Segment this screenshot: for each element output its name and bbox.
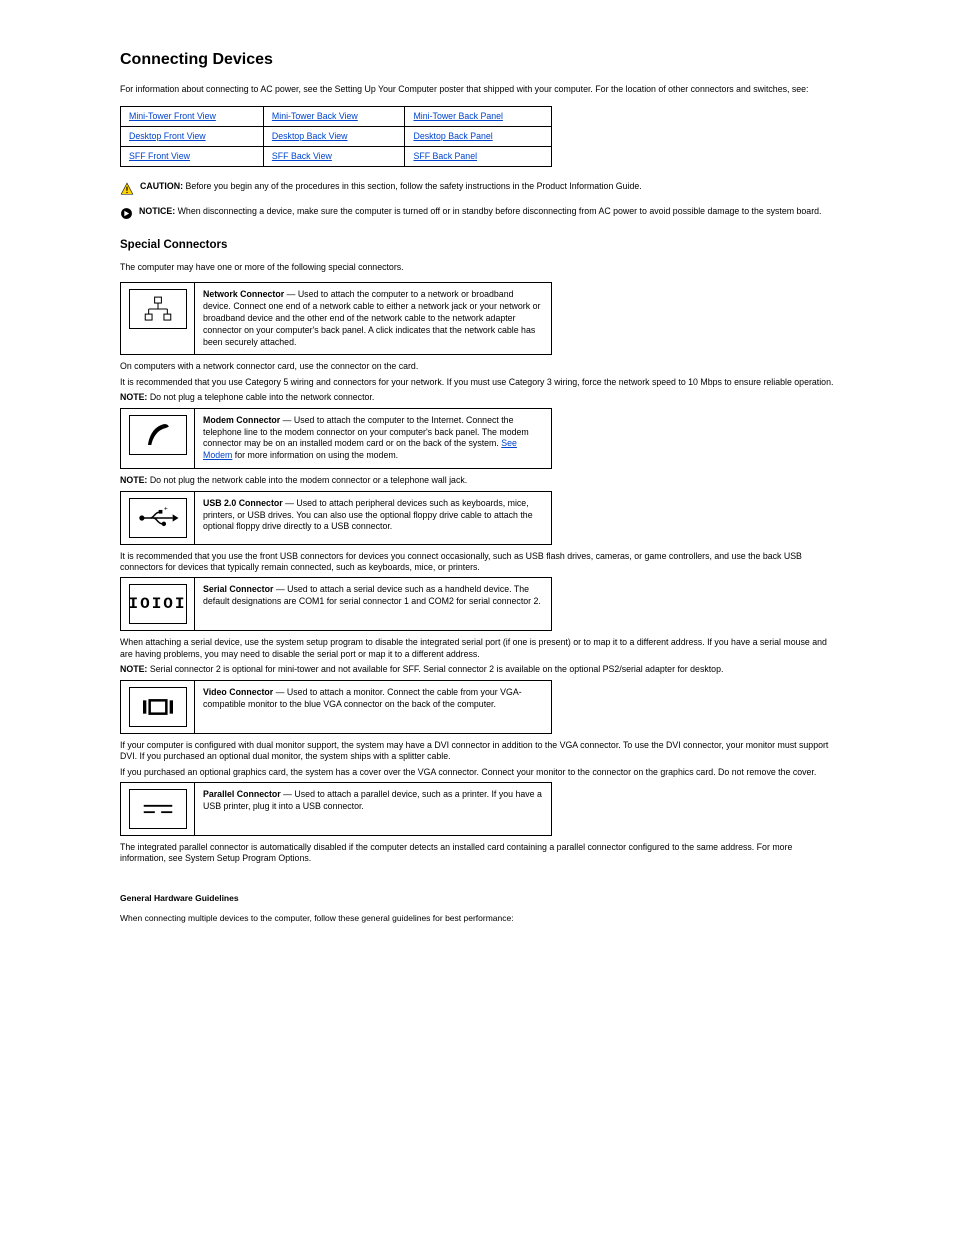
link-sff-front[interactable]: SFF Front View xyxy=(129,151,190,161)
video-caption2: If you purchased an optional graphics ca… xyxy=(120,767,834,778)
link-desktop-front[interactable]: Desktop Front View xyxy=(129,131,206,141)
network-icon xyxy=(129,289,187,329)
modem-note-body: Do not plug the network cable into the m… xyxy=(150,475,467,485)
link-desktop-panel[interactable]: Desktop Back Panel xyxy=(413,131,492,141)
caution-body: Before you begin any of the procedures i… xyxy=(185,181,641,191)
link-sff-back[interactable]: SFF Back View xyxy=(272,151,332,161)
general-hw-body: When connecting multiple devices to the … xyxy=(120,913,834,924)
modem-note-label: NOTE: xyxy=(120,475,147,485)
modem-title: Modem Connector xyxy=(203,415,280,425)
video-icon xyxy=(129,687,187,727)
network-title: Network Connector xyxy=(203,289,284,299)
modem-body-post: for more information on using the modem. xyxy=(235,450,398,460)
serial-note-body: Serial connector 2 is optional for mini-… xyxy=(150,664,724,674)
serial-note-label: NOTE: xyxy=(120,664,147,674)
network-note-label: NOTE: xyxy=(120,392,147,402)
network-table: Network Connector — Used to attach the c… xyxy=(120,282,552,355)
serial-title: Serial Connector xyxy=(203,584,273,594)
serial-caption: When attaching a serial device, use the … xyxy=(120,637,834,660)
notice-body: When disconnecting a device, make sure t… xyxy=(178,206,822,216)
link-mini-tower-panel[interactable]: Mini-Tower Back Panel xyxy=(413,111,502,121)
usb-icon: + xyxy=(129,498,187,538)
parallel-title: Parallel Connector xyxy=(203,789,281,799)
usb-caption: It is recommended that you use the front… xyxy=(120,551,834,574)
video-title: Video Connector xyxy=(203,687,273,697)
link-sff-panel[interactable]: SFF Back Panel xyxy=(413,151,477,161)
network-caption1: On computers with a network connector ca… xyxy=(120,361,834,372)
link-mini-tower-front[interactable]: Mini-Tower Front View xyxy=(129,111,216,121)
parallel-caption: The integrated parallel connector is aut… xyxy=(120,842,834,865)
warning-triangle-icon xyxy=(120,182,134,196)
video-caption1: If your computer is configured with dual… xyxy=(120,740,834,763)
link-mini-tower-back[interactable]: Mini-Tower Back View xyxy=(272,111,358,121)
notice-note: NOTICE: When disconnecting a device, mak… xyxy=(120,206,834,220)
notice-label: NOTICE: xyxy=(139,206,175,216)
video-table: Video Connector — Used to attach a monit… xyxy=(120,680,552,734)
modem-table: Modem Connector — Used to attach the com… xyxy=(120,408,552,470)
modem-icon xyxy=(129,415,187,455)
section-title: Connecting Devices xyxy=(120,50,834,70)
general-hw-heading: General Hardware Guidelines xyxy=(120,893,834,904)
network-note-body: Do not plug a telephone cable into the n… xyxy=(150,392,374,402)
serial-table: IOIOI Serial Connector — Used to attach … xyxy=(120,577,552,631)
special-connectors-intro: The computer may have one or more of the… xyxy=(120,262,834,274)
usb-title: USB 2.0 Connector xyxy=(203,498,283,508)
table-row: Mini-Tower Front View Mini-Tower Back Vi… xyxy=(121,106,552,126)
usb-table: + USB 2.0 Connector — Used to attach per… xyxy=(120,491,552,545)
svg-text:+: + xyxy=(163,505,167,512)
caution-note: CAUTION: Before you begin any of the pro… xyxy=(120,181,834,196)
parallel-table: Parallel Connector — Used to attach a pa… xyxy=(120,782,552,836)
views-link-table: Mini-Tower Front View Mini-Tower Back Vi… xyxy=(120,106,552,167)
table-row: SFF Front View SFF Back View SFF Back Pa… xyxy=(121,146,552,166)
notice-arrow-icon xyxy=(120,207,133,220)
link-desktop-back[interactable]: Desktop Back View xyxy=(272,131,348,141)
serial-icon: IOIOI xyxy=(129,584,187,624)
parallel-icon xyxy=(129,789,187,829)
table-row: Desktop Front View Desktop Back View Des… xyxy=(121,126,552,146)
caution-label: CAUTION: xyxy=(140,181,183,191)
special-connectors-heading: Special Connectors xyxy=(120,238,834,252)
intro-text: For information about connecting to AC p… xyxy=(120,84,834,96)
network-caption2: It is recommended that you use Category … xyxy=(120,377,834,388)
